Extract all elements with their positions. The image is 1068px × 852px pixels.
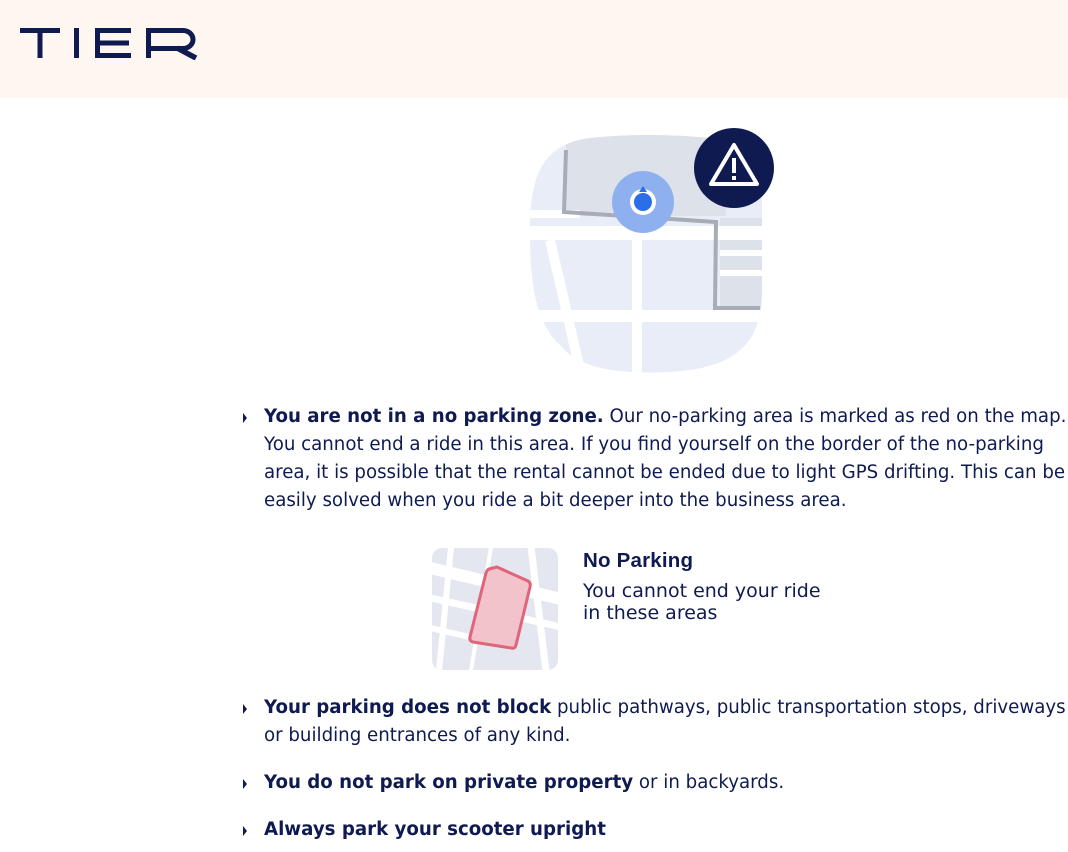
list-item: You are not in a no parking zone. Our no… [240,403,1068,515]
bullet-marker-icon [243,704,247,714]
no-parking-subtitle-line: in these areas [583,602,718,624]
map-location-illustration [530,128,774,373]
bullet-marker-icon [243,826,247,836]
list-item: Always park your scooter upright [240,816,1068,844]
site-header [0,0,1068,98]
bullet-marker-icon [243,779,247,789]
no-parking-title: No Parking [583,549,694,572]
no-parking-subtitle-line: You cannot end your ride [583,580,821,602]
bullet-text: or in backyards. [633,772,785,793]
list-item: You do not park on private property or i… [240,769,1068,797]
no-parking-map-icon [432,548,558,670]
list-item: Your parking does not block public pathw… [240,694,1068,750]
warning-triangle-icon [694,128,774,208]
bullet-bold-text: Your parking does not block [264,697,552,718]
bullet-bold-text: You do not park on private property [264,772,634,793]
bullet-marker-icon [243,413,247,423]
no-parking-subtitle: You cannot end your ride in these areas [583,580,883,624]
tier-logo[interactable] [19,26,199,60]
bullet-bold-text: Always park your scooter upright [264,819,606,840]
bullet-bold-text: You are not in a no parking zone. [264,406,604,427]
